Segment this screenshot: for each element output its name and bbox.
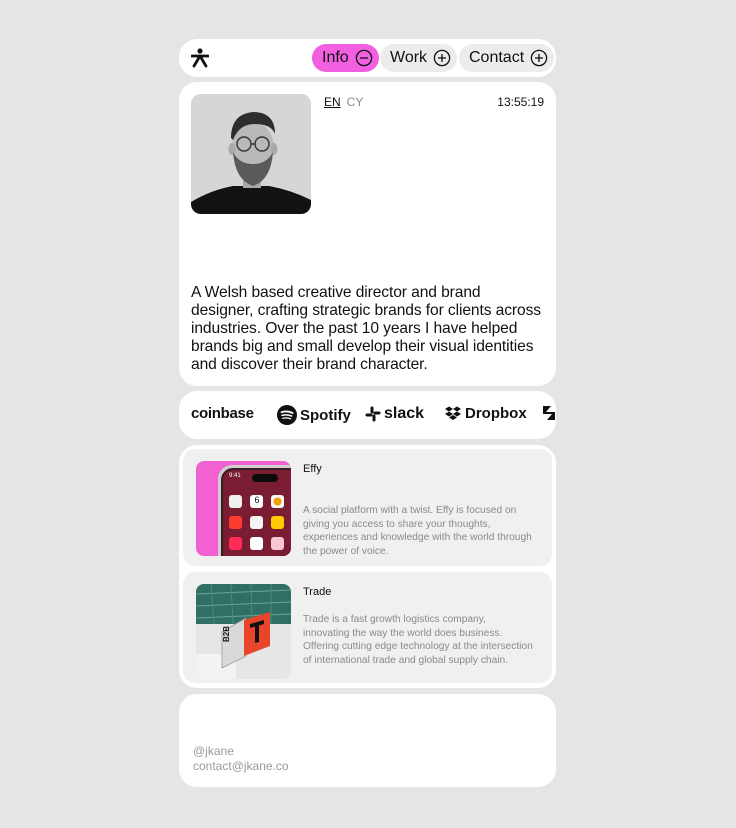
lang-cy-link[interactable]: CY [347,95,364,109]
slack-logo: slack [365,405,424,423]
dropbox-wordmark: Dropbox [465,405,527,422]
spotify-icon [277,405,297,425]
minus-circle-icon [355,49,372,67]
spotify-logo: Spotify [277,405,351,425]
effy-thumbnail: 9:41 6 [196,461,291,556]
social-handle[interactable]: @jkane [193,744,234,758]
bio-text: A Welsh based creative director and bran… [191,284,541,373]
effy-calendar-day: 6 [254,495,260,505]
nav-work-button[interactable]: Work [380,44,458,72]
portrait-photo [191,94,311,214]
nav-contact-button[interactable]: Contact [459,44,555,72]
client-logos-strip: coinbase Spotify slack Dropbox [179,391,556,439]
bio-card: EN CY 13:55:19 A Welsh based creative di… [179,82,556,386]
nav-info-label: Info [322,49,349,66]
contact-footer: @jkane contact@jkane.co [179,694,556,787]
logo-icon[interactable] [191,48,209,68]
partial-client-logo [543,405,556,421]
partial-logo-icon [543,406,555,420]
plus-circle-icon [530,49,548,67]
dropbox-icon [445,406,461,420]
trade-thumbnail: B2B [196,584,291,679]
plus-circle-icon [433,49,451,67]
contact-email[interactable]: contact@jkane.co [193,759,289,773]
spotify-wordmark: Spotify [300,406,351,424]
project-description: A social platform with a twist. Effy is … [303,505,532,557]
lang-en-link[interactable]: EN [324,95,341,109]
nav-contact-label: Contact [469,49,525,66]
dropbox-logo: Dropbox [444,405,527,422]
project-card-trade[interactable]: B2B Trade Trade is a fast growth logisti… [183,572,552,683]
coinbase-logo: coinbase [191,405,254,422]
top-nav: Info Work Contact [179,39,556,77]
nav-info-button[interactable]: Info [312,44,379,72]
project-title: Trade [303,586,332,598]
trade-sign-text: B2B [222,625,231,642]
projects-card: 9:41 6 Effy A social platform with a twi… [179,445,556,688]
project-card-effy[interactable]: 9:41 6 Effy A social platform with a twi… [183,449,552,566]
nav-work-label: Work [390,49,428,66]
effy-phone-time: 9:41 [229,473,241,479]
language-switcher: EN CY [324,95,363,109]
coinbase-wordmark: coinbase [191,405,254,422]
clock-time: 13:55:19 [497,95,544,109]
slack-wordmark: slack [384,405,425,422]
project-title: Effy [303,463,322,475]
slack-icon [365,406,381,422]
project-description: Trade is a fast growth logistics company… [303,614,533,666]
